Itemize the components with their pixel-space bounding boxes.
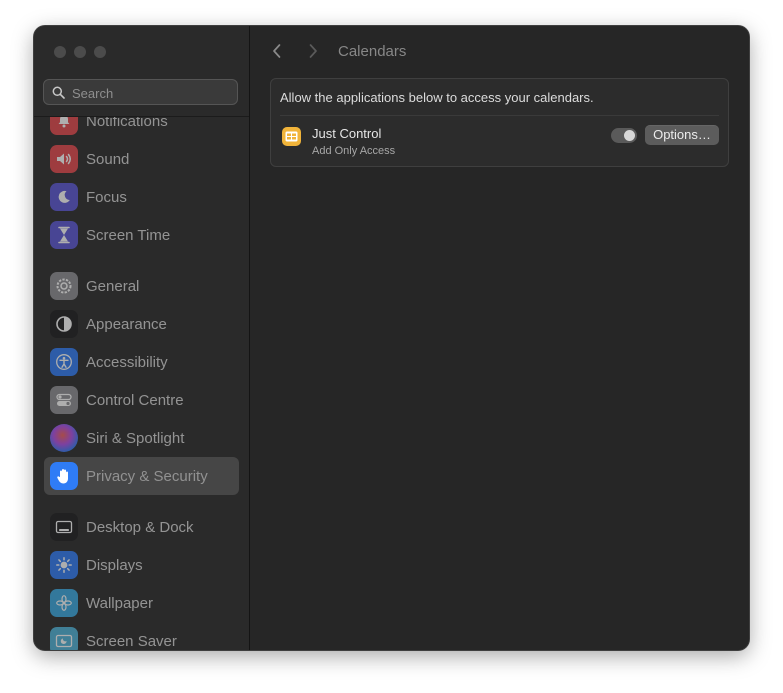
search-input[interactable] [70,80,234,106]
page-title: Calendars [338,43,407,60]
screen-saver-icon [50,627,78,650]
sidebar-item-siri-spotlight[interactable]: Siri & Spotlight [44,419,239,457]
sidebar-item-label: Appearance [86,316,167,333]
panel-divider [280,115,719,116]
sidebar-item-label: Wallpaper [86,595,153,612]
moon-icon [50,183,78,211]
sidebar-item-label: Displays [86,557,143,574]
speaker-icon [50,145,78,173]
sidebar-item-displays[interactable]: Displays [44,546,239,584]
siri-icon [50,424,78,452]
sidebar-item-privacy-security[interactable]: Privacy & Security [44,457,239,495]
calendar-access-panel: Allow the applications below to access y… [270,78,729,167]
sidebar-item-sound[interactable]: Sound [44,140,239,178]
sidebar-item-accessibility[interactable]: Accessibility [44,343,239,381]
hourglass-icon [50,221,78,249]
flower-icon [50,589,78,617]
sidebar-item-label: Focus [86,189,127,206]
forward-arrow-icon[interactable] [307,43,319,59]
dock-icon [50,513,78,541]
sidebar-item-label: Privacy & Security [86,468,208,485]
sidebar-item-screen-time[interactable]: Screen Time [44,216,239,254]
sidebar-item-label: Sound [86,151,130,168]
toggle-knob [624,130,635,141]
close-window-button[interactable] [54,46,66,58]
accessibility-icon [50,348,78,376]
hand-icon [50,462,78,490]
sidebar-item-label: Screen Time [86,227,171,244]
sun-icon [50,551,78,579]
sidebar-item-focus[interactable]: Focus [44,178,239,216]
sidebar-item-control-centre[interactable]: Control Centre [44,381,239,419]
search-field[interactable] [43,79,238,106]
control-centre-icon [50,386,78,414]
sidebar-item-desktop-dock[interactable]: Desktop & Dock [44,508,239,546]
sidebar-item-notifications[interactable]: Notifications [44,117,239,140]
sidebar-item-label: General [86,278,140,295]
sidebar-item-label: Screen Saver [86,633,177,650]
sidebar-item-label: Desktop & Dock [86,519,194,536]
appearance-icon [50,310,78,338]
sidebar-item-label: Siri & Spotlight [86,430,185,447]
window-controls [54,46,106,58]
bell-icon [50,117,78,135]
sidebar-item-label: Accessibility [86,354,168,371]
app-name: Just Control [312,126,382,141]
app-access-level: Add Only Access [312,145,396,157]
sidebar-item-label: Notifications [86,117,168,130]
sidebar-item-general[interactable]: General [44,267,239,305]
calendar-access-toggle[interactable] [611,128,637,143]
sidebar-item-wallpaper[interactable]: Wallpaper [44,584,239,622]
minimize-window-button[interactable] [74,46,86,58]
sidebar-item-label: Control Centre [86,392,184,409]
sidebar: Notifications Sound Focus Screen Time [34,26,250,650]
sidebar-item-appearance[interactable]: Appearance [44,305,239,343]
just-control-icon [282,127,301,146]
zoom-window-button[interactable] [94,46,106,58]
search-icon [52,86,65,99]
sidebar-list: Notifications Sound Focus Screen Time Ge… [34,117,249,650]
gear-icon [50,272,78,300]
main-content: Calendars Allow the applications below t… [250,26,749,650]
sidebar-item-screen-saver[interactable]: Screen Saver [44,622,239,650]
options-button[interactable]: Options… [645,125,719,145]
back-arrow-icon[interactable] [271,43,283,59]
panel-description: Allow the applications below to access y… [280,90,594,105]
settings-window: Notifications Sound Focus Screen Time [34,26,749,650]
